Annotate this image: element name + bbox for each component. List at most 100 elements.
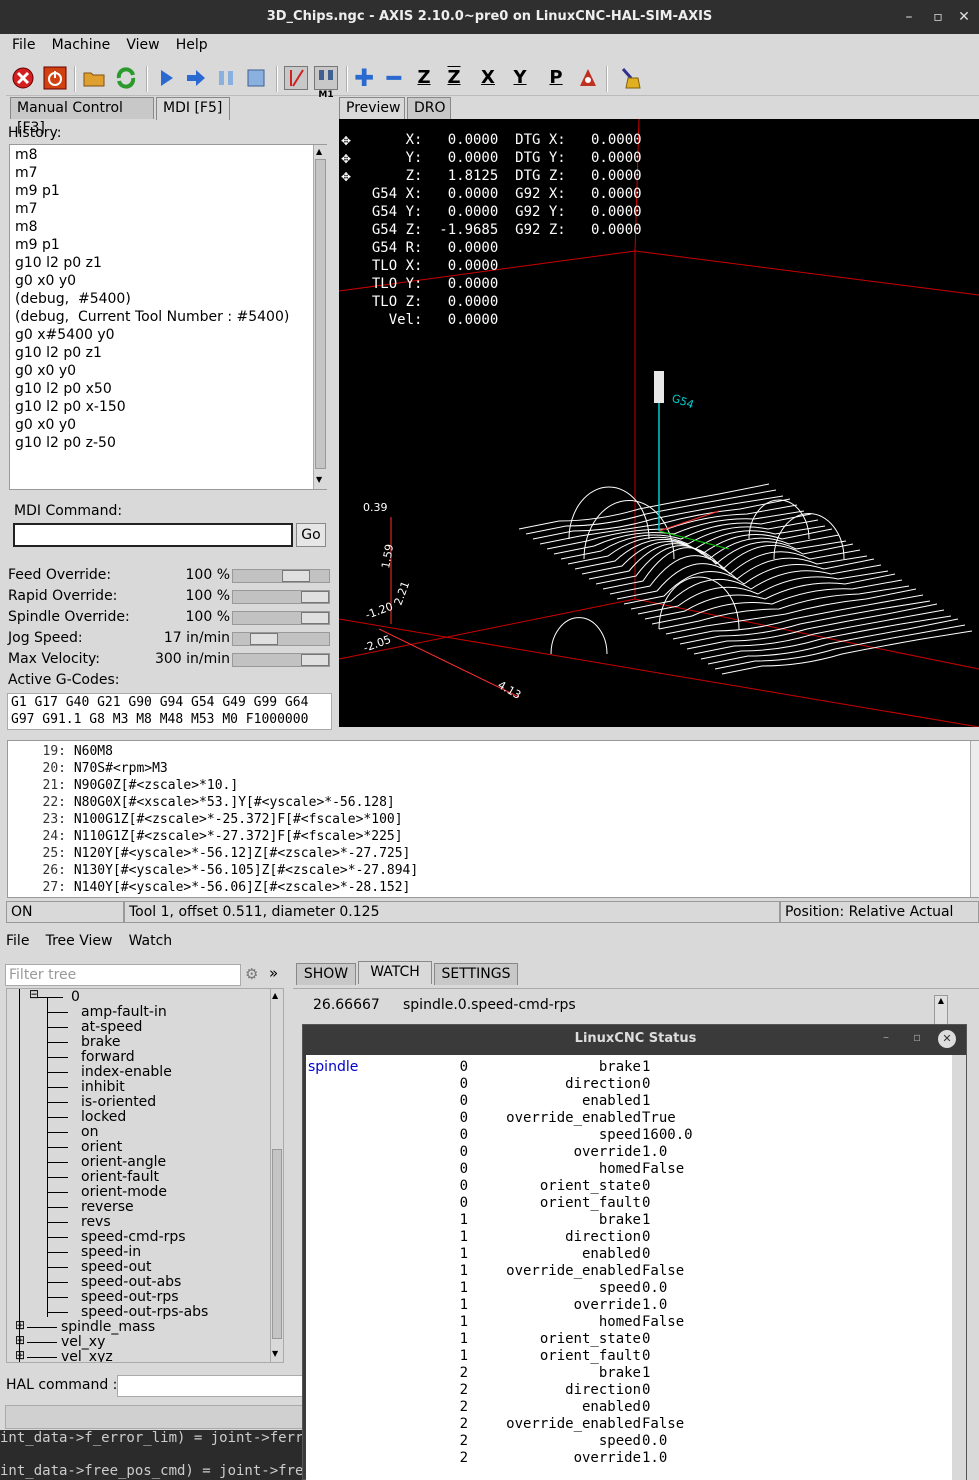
view-x-icon[interactable]: X [476,66,500,90]
history-item[interactable]: m8 [15,219,38,235]
override-slider[interactable] [232,632,330,646]
tree-branch[interactable]: vel_xyz [61,1349,113,1362]
zoom-out-icon[interactable]: ━ [382,66,406,90]
collapse-icon[interactable]: ⊟ [29,989,39,1001]
power-icon[interactable] [43,66,67,90]
rotate-icon[interactable] [576,66,600,90]
status-scrollbar[interactable] [952,1055,966,1480]
gcode-line[interactable]: 24: N110G1Z[#<zscale>*-27.372]F[#<fscale… [8,829,403,844]
gcode-line[interactable]: 23: N100G1Z[#<zscale>*-25.372]F[#<fscale… [8,812,403,827]
tree-scroll-down-icon[interactable]: ▼ [272,1349,278,1358]
close-icon[interactable]: ✕ [955,8,973,26]
tree-leaf[interactable]: at-speed [81,1019,142,1035]
mdi-command-input[interactable] [13,523,293,547]
view-p-icon[interactable]: P [544,66,568,90]
tree-leaf[interactable]: speed-out-rps-abs [81,1304,208,1320]
history-item[interactable]: (debug, Current Tool Number : #5400) [15,309,289,325]
hal-menu-file[interactable]: File [0,930,35,949]
scroll-thumb[interactable] [315,159,326,469]
stop-icon[interactable] [244,66,268,90]
hal-command-input[interactable] [117,1375,307,1397]
status-minimize-icon[interactable]: – [883,1030,889,1044]
view-z2-icon[interactable]: Z [442,66,466,90]
optional-stop-icon[interactable]: M1 [314,66,338,100]
view-y-icon[interactable]: Y [508,66,532,90]
slider-handle[interactable] [282,570,310,582]
history-item[interactable]: (debug, #5400) [15,291,131,307]
gcode-line[interactable]: 20: N70S#<rpm>M3 [8,761,168,776]
tree-leaf[interactable]: speed-in [81,1244,141,1260]
menu-view[interactable]: View [120,34,165,53]
menu-file[interactable]: File [6,34,41,53]
history-item[interactable]: m7 [15,201,38,217]
history-item[interactable]: g10 l2 p0 z1 [15,255,102,271]
zoom-in-icon[interactable]: ✚ [352,66,376,90]
tab-mdi[interactable]: MDI [F5] [156,97,230,120]
history-item[interactable]: g10 l2 p0 z-50 [15,435,116,451]
gcode-line[interactable]: 25: N120Y[#<yscale>*-56.12]Z[#<zscale>*-… [8,846,411,861]
history-item[interactable]: g0 x#5400 y0 [15,327,115,343]
tree-branch[interactable]: vel_xy [61,1334,105,1350]
history-item[interactable]: g0 x0 y0 [15,417,76,433]
gear-icon[interactable]: ⚙ [245,965,258,983]
reload-icon[interactable] [114,66,138,90]
hal-tree[interactable]: 0 ⊟ amp-fault-in at-speed brake forward index-… [6,988,284,1363]
gcode-line[interactable]: 22: N80G0X[#<xscale>*53.]Y[#<yscale>*-56… [8,795,395,810]
tree-scrollbar[interactable]: ▲ ▼ [270,989,283,1362]
tree-leaf[interactable]: speed-out [81,1259,152,1275]
history-item[interactable]: g0 x0 y0 [15,273,76,289]
gcode-line[interactable]: 26: N130Y[#<yscale>*-56.105]Z[#<zscale>*… [8,863,419,878]
expand-icon[interactable]: » [269,964,278,982]
tree-leaf[interactable]: amp-fault-in [81,1004,167,1020]
preview-canvas[interactable]: 0.39 1.59 -1.20 -2.05 4.13 2.21 G54 X: 0.0000 … [339,119,979,727]
expand-node-icon[interactable]: ⊞ [15,1318,25,1332]
history-item[interactable]: m9 p1 [15,237,60,253]
open-icon[interactable] [82,66,106,90]
gcode-line[interactable]: 19: N60M8 [8,744,113,759]
slider-handle[interactable] [301,591,329,603]
history-item[interactable]: g10 l2 p0 x50 [15,381,112,397]
slider-handle[interactable] [250,633,278,645]
tab-watch[interactable]: WATCH [358,961,432,984]
hal-output-field[interactable] [5,1405,305,1429]
history-item[interactable]: m9 p1 [15,183,60,199]
tab-settings[interactable]: SETTINGS [434,963,518,985]
tab-dro[interactable]: DRO [407,97,451,119]
history-item[interactable]: m8 [15,147,38,163]
hal-menu-watch[interactable]: Watch [123,930,179,949]
override-slider[interactable] [232,611,330,625]
hal-menu-tree-view[interactable]: Tree View [40,930,119,949]
watch-scroll-up-icon[interactable]: ▲ [934,995,948,1025]
block-delete-icon[interactable] [284,66,308,90]
minimize-icon[interactable]: – [900,8,918,26]
history-scrollbar[interactable]: ▲ ▼ [313,145,327,489]
tab-manual-control[interactable]: Manual Control [F3] [10,97,154,136]
gcode-line[interactable]: 27: N140Y[#<yscale>*-56.06]Z[#<zscale>*-… [8,880,411,895]
view-z-icon[interactable]: Z [412,66,436,90]
tree-leaf[interactable]: reverse [81,1199,134,1215]
history-item[interactable]: m7 [15,165,38,181]
tree-leaf[interactable]: index-enable [81,1064,172,1080]
status-maximize-icon[interactable]: ▫ [913,1030,921,1044]
gcode-listing[interactable]: 19: N60M8 20: N70S#<rpm>M3 21: N90G0Z[#<zs… [7,740,979,898]
tree-node-0[interactable]: 0 [71,989,80,1005]
history-item[interactable]: g10 l2 p0 z1 [15,345,102,361]
go-button[interactable]: Go [296,523,326,547]
history-item[interactable]: g10 l2 p0 x-150 [15,399,126,415]
step-icon[interactable] [184,66,208,90]
tree-leaf[interactable]: speed-out-abs [81,1274,181,1290]
gcode-scrollbar[interactable] [970,741,979,897]
estop-icon[interactable] [11,66,35,90]
tab-show[interactable]: SHOW [296,963,356,985]
slider-handle[interactable] [301,612,329,624]
maximize-icon[interactable]: ▫ [929,8,947,26]
tree-leaf[interactable]: brake [81,1034,120,1050]
menu-machine[interactable]: Machine [46,34,117,53]
tree-branch[interactable]: spindle_mass [61,1319,155,1335]
tree-leaf[interactable]: orient [81,1139,122,1155]
history-item[interactable]: g0 x0 y0 [15,363,76,379]
tree-leaf[interactable]: locked [81,1109,126,1125]
status-close-icon[interactable]: ✕ [938,1030,956,1048]
expand-node-icon[interactable]: ⊞ [15,1348,25,1362]
tree-leaf[interactable]: is-oriented [81,1094,156,1110]
